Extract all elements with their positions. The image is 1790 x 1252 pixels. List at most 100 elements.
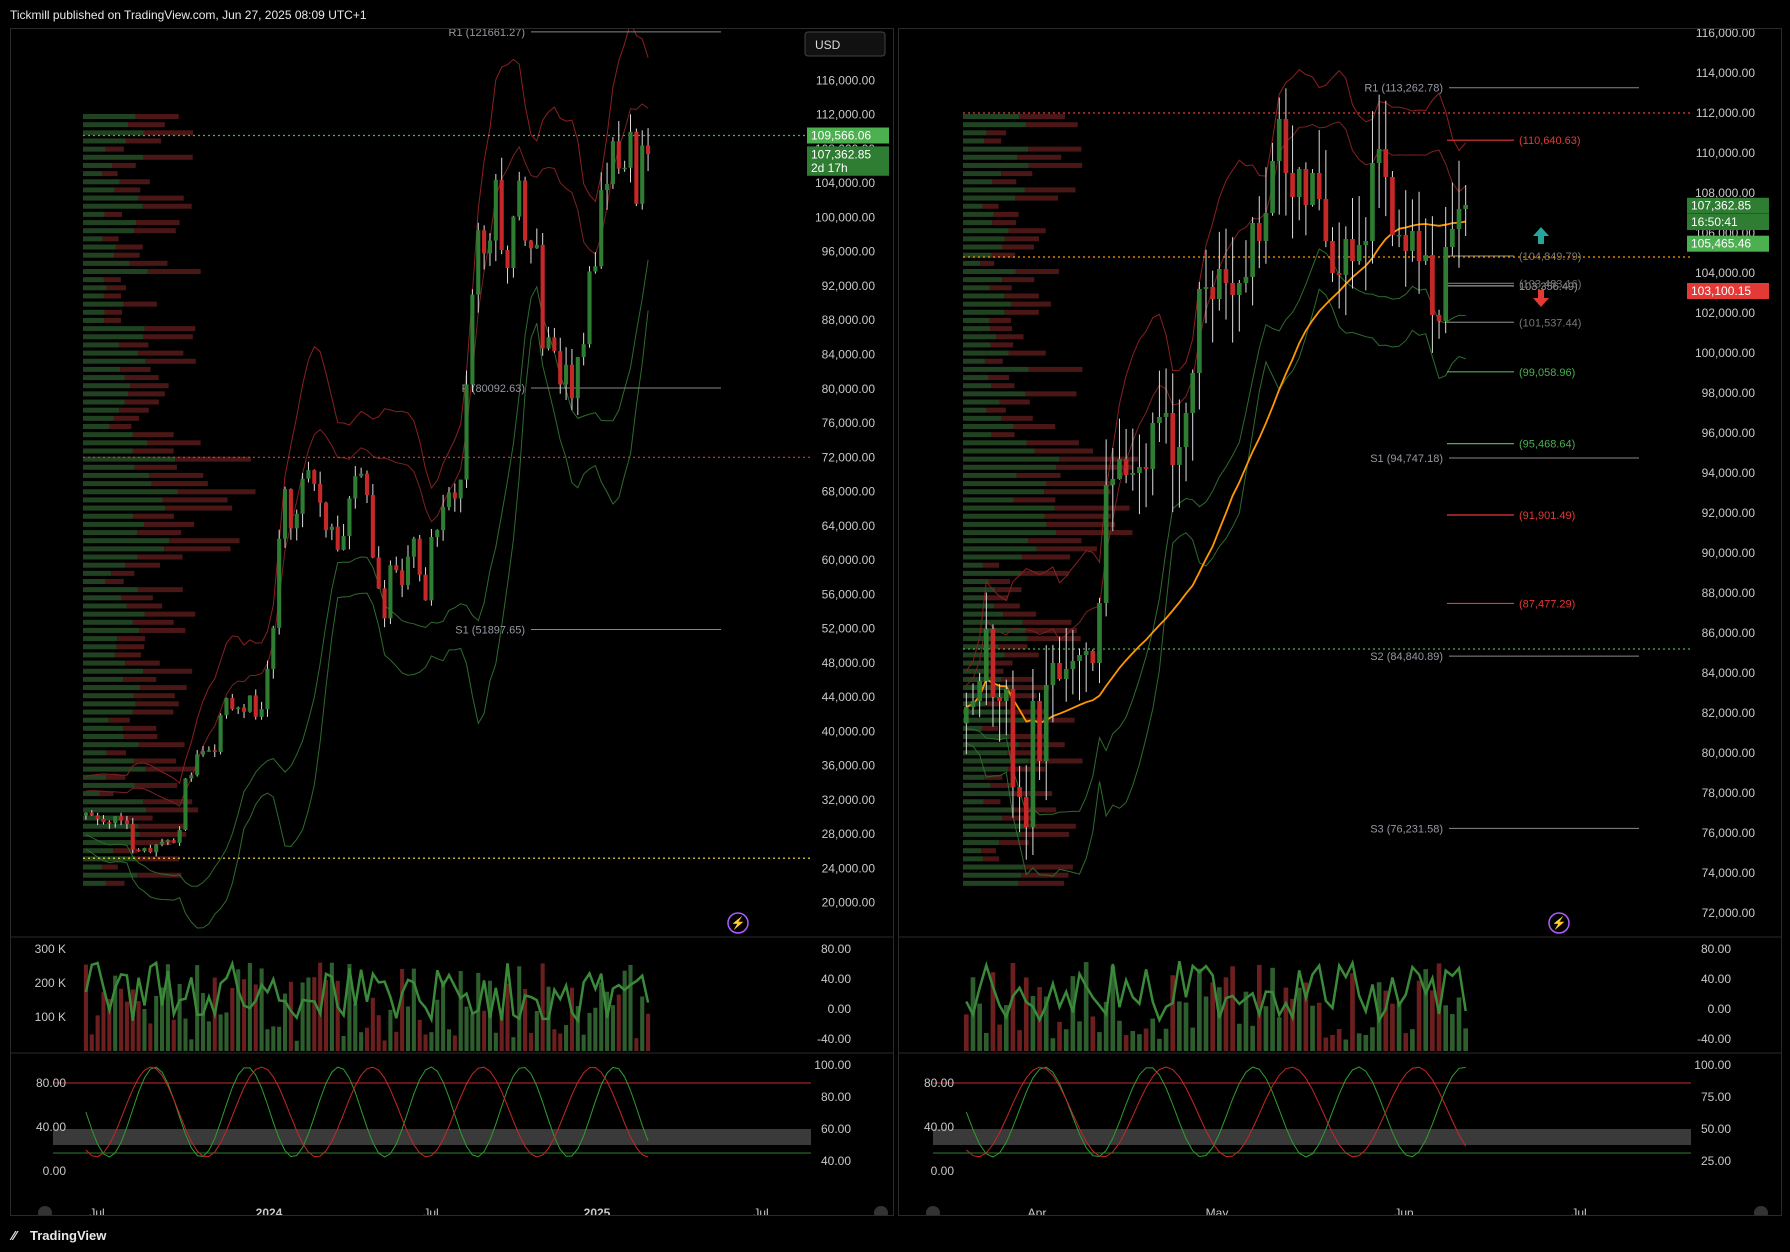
volume-bar <box>388 1009 393 1051</box>
volume-profile-bar <box>963 440 1027 446</box>
tradingview-logo[interactable]: ⁄⁄ TradingView <box>12 1228 106 1243</box>
volume-profile-bar <box>992 179 1017 185</box>
volume-profile-bar <box>83 415 114 421</box>
candle-body <box>224 698 229 716</box>
volume-profile-bar <box>963 856 983 862</box>
volume-bar <box>1363 1034 1369 1051</box>
volume-bar <box>1250 1025 1255 1051</box>
right-chart-panel[interactable]: R1 (113,262.78) S1 (94,747.18) S2 (84,840.… <box>898 28 1782 1216</box>
volume-profile-bar <box>1021 831 1070 837</box>
candle-body <box>1230 283 1235 295</box>
volume-bar <box>1090 1016 1096 1051</box>
volume-bar <box>124 1001 129 1051</box>
candle-body <box>1463 205 1469 209</box>
volume-profile-bar <box>83 497 163 503</box>
volume-profile-bar <box>992 220 1017 226</box>
candle-body <box>183 778 188 830</box>
candle-body <box>1443 247 1449 321</box>
volume-bar <box>154 995 159 1051</box>
left-chart-panel[interactable]: R1 (121661.27) P (80092.63) S1 (51897.65) 1… <box>10 28 894 1216</box>
candle-body <box>241 707 247 712</box>
candle-body <box>323 502 329 531</box>
volume-profile-bar <box>990 342 1014 348</box>
volume-profile-bar <box>989 285 1012 291</box>
volume-profile-bar <box>83 171 103 177</box>
volume-bar <box>119 988 124 1051</box>
volume-profile-bar <box>83 334 144 340</box>
volume-profile-bar <box>984 138 1002 144</box>
volume-bar <box>1177 1001 1182 1051</box>
volume-axis-tick: 200 K <box>35 976 66 990</box>
volume-profile-bar <box>83 162 113 168</box>
price-axis-tick: 60,000.00 <box>822 553 876 567</box>
volume-profile-bar <box>83 342 119 348</box>
volume-profile-bar <box>963 840 1000 846</box>
volume-profile-bar <box>995 587 1022 593</box>
volume-profile-bar <box>83 146 106 152</box>
volume-profile-bar <box>83 652 115 658</box>
price-axis-tick: 100,000.00 <box>815 210 875 224</box>
volume-profile-bar <box>963 342 991 348</box>
volume-bar <box>300 982 305 1051</box>
volume-profile-bar <box>83 228 135 234</box>
volume-profile-bar <box>121 595 153 601</box>
price-axis-tick: 94,000.00 <box>1702 466 1756 480</box>
volume-bar <box>1216 987 1222 1051</box>
right-chart-svg[interactable]: R1 (113,262.78) S1 (94,747.18) S2 (84,840.… <box>899 29 1781 1215</box>
volume-bar <box>183 1018 188 1051</box>
volume-bar <box>1057 1021 1062 1051</box>
volume-profile-bar <box>963 154 1018 160</box>
volume-profile-bar <box>963 579 989 584</box>
candle-body <box>253 695 258 717</box>
left-chart-svg[interactable]: R1 (121661.27) P (80092.63) S1 (51897.65) 1… <box>11 29 893 1215</box>
candle-body <box>195 754 200 776</box>
volume-bar <box>89 1034 94 1051</box>
volume-bar <box>622 970 627 1051</box>
volume-profile-bar <box>963 562 983 568</box>
time-axis-tick: Jun <box>1394 1206 1413 1215</box>
volume-profile-bar <box>83 326 145 332</box>
pivot-label: S1 (94,747.18) <box>1370 453 1443 465</box>
volume-profile-bar <box>132 513 174 519</box>
candle-body <box>417 538 422 575</box>
volume-profile-bar <box>83 595 122 601</box>
volume-profile-bar <box>1001 171 1033 177</box>
volume-profile-bar <box>83 644 117 650</box>
volume-profile-bar <box>126 603 163 609</box>
volume-bar <box>593 1007 598 1051</box>
volume-profile-bar <box>963 366 1029 372</box>
price-axis-tick: 64,000.00 <box>822 519 876 533</box>
volume-profile-bar <box>83 603 127 609</box>
candle-body <box>1103 485 1109 603</box>
volume-profile-bar <box>114 252 140 258</box>
volume-bar <box>464 1006 469 1051</box>
volume-profile-bar <box>1028 538 1082 544</box>
lightning-glyph: ⚡ <box>1552 916 1567 930</box>
volume-bar <box>552 1029 557 1051</box>
volume-bar <box>977 1003 982 1051</box>
volume-profile-bar <box>963 791 1013 797</box>
candle-body <box>329 526 334 531</box>
candle-body <box>435 530 440 537</box>
pivot-label: S2 (84,840.89) <box>1370 651 1443 663</box>
price-axis-tick: 44,000.00 <box>822 690 876 704</box>
volume-profile-bar <box>963 676 1002 682</box>
volume-profile-bar <box>83 489 178 495</box>
volume-bar <box>241 979 247 1051</box>
volume-bar <box>359 1032 364 1051</box>
volume-profile-bar <box>963 538 1029 544</box>
volume-profile-bar <box>963 309 1005 315</box>
volume-bar <box>1350 973 1355 1051</box>
volume-profile-bar <box>177 489 256 495</box>
candle-body <box>1350 239 1355 261</box>
volume-profile-bar <box>963 285 990 291</box>
volume-profile-bar <box>147 440 201 446</box>
price-axis-tick: 96,000.00 <box>1702 426 1756 440</box>
price-axis-tick: 76,000.00 <box>822 416 876 430</box>
stoch-axis-tick: 75.00 <box>1701 1090 1731 1104</box>
candle-body <box>335 526 340 550</box>
candle-body <box>963 707 969 724</box>
volume-profile-bar <box>123 734 158 739</box>
candle-body <box>341 536 346 550</box>
volume-profile-bar <box>963 122 1027 128</box>
